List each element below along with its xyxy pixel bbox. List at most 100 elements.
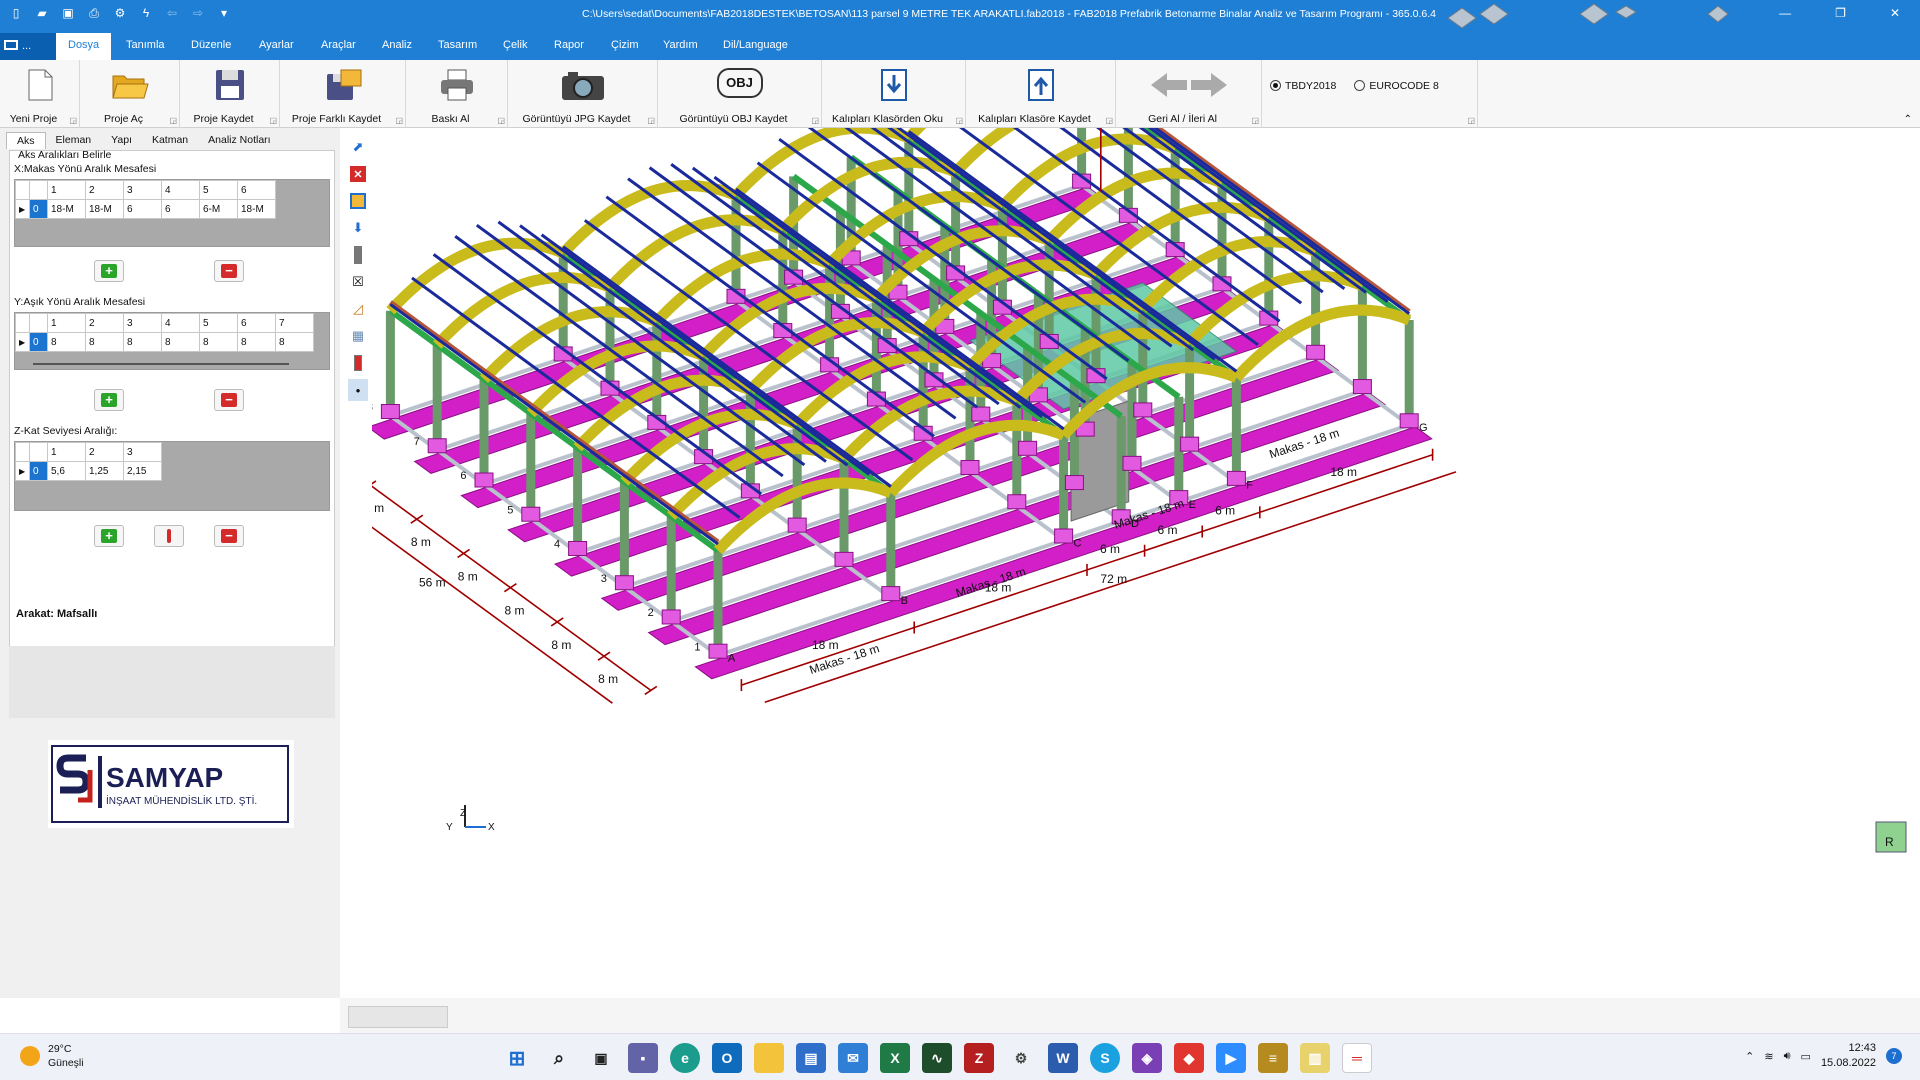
delete-red-x-icon[interactable]: ✕ [348,163,368,185]
anydesk-icon[interactable]: ◆ [1174,1043,1204,1073]
filezilla-icon[interactable]: Z [964,1043,994,1073]
eurocode8-radio[interactable]: EUROCODE 8 [1354,80,1439,92]
grid-cell[interactable]: 8 [85,332,124,352]
dot-icon[interactable]: • [348,379,368,401]
arrow-down-icon[interactable]: ⬇ [348,217,368,239]
battery-icon[interactable]: ▭ [1801,1050,1811,1063]
add-z-level-button[interactable]: + [94,525,124,547]
grid-cell[interactable]: 6 [161,199,200,219]
y-spacing-grid[interactable]: 1234567 ▶ 0 8888888 [14,312,330,370]
launcher-icon[interactable]: ◲ [811,116,819,125]
word-icon[interactable]: W [1048,1043,1078,1073]
launcher-icon[interactable]: ◲ [395,116,403,125]
3d-model-viewport[interactable]: 8 m8 m8 m8 m8 m8 m8 m56 m18 m18 m6 m6 m6… [284,2,1920,998]
grid-cell[interactable]: 8 [123,332,162,352]
activity-monitor-icon[interactable]: ∿ [922,1043,952,1073]
column-icon[interactable] [348,244,368,266]
print-button[interactable]: Baskı Al ◲ [406,60,508,128]
save-molds-button[interactable]: Kalıpları Klasöre Kaydet ◲ [966,60,1116,128]
grid-cell[interactable]: 8 [275,332,314,352]
remove-x-axis-button[interactable]: − [214,260,244,282]
skype-icon[interactable]: S [1090,1043,1120,1073]
launcher-icon[interactable]: ◲ [69,116,77,125]
open-project-button[interactable]: Proje Aç ◲ [80,60,180,128]
select-box-icon[interactable] [348,190,368,212]
menu-yardim[interactable]: Yardım [663,39,698,51]
launcher-icon[interactable]: ◲ [1105,116,1113,125]
table-row[interactable]: ▶ 0 18-M 18-M 6 6 6-M 18-M [15,199,276,219]
outlook-icon[interactable]: O [712,1043,742,1073]
clock[interactable]: 12:43 15.08.2022 [1821,1041,1876,1071]
undo-redo-button[interactable]: Geri Al / İleri Al ◲ [1116,60,1262,128]
lightning-icon[interactable]: ϟ [138,5,154,21]
launcher-icon[interactable]: ◲ [1467,116,1475,125]
wifi-icon[interactable]: ≋ [1764,1050,1773,1063]
grid-cell[interactable]: 18-M [47,199,86,219]
menu-tasarim[interactable]: Tasarım [438,39,477,51]
grid-cell[interactable]: 1,25 [85,461,124,481]
launcher-icon[interactable]: ◲ [955,116,963,125]
tab-katman[interactable]: Katman [142,132,198,149]
table-row[interactable]: ▶ 0 5,6 1,25 2,15 [15,461,162,481]
customize-dropdown-icon[interactable]: ▾ [216,5,232,21]
slope-icon[interactable]: ◿ [348,298,368,320]
menu-rapor[interactable]: Rapor [554,39,584,51]
menu-language[interactable]: Dil/Language [723,39,788,51]
mail-icon[interactable]: ✉ [838,1043,868,1073]
menu-cizim[interactable]: Çizim [611,39,639,51]
tab-eleman[interactable]: Eleman [46,132,102,149]
x-spacing-grid[interactable]: 123456 ▶ 0 18-M 18-M 6 6 6-M 18-M [14,179,330,247]
save-project-button[interactable]: Proje Kaydet ◲ [180,60,280,128]
grid-cell[interactable]: 18-M [237,199,276,219]
save-jpg-button[interactable]: Görüntüyü JPG Kaydet ◲ [508,60,658,128]
grid-cell[interactable]: 6 [123,199,162,219]
remove-y-axis-button[interactable]: − [214,389,244,411]
settings-gears-icon[interactable]: ⚙ [1006,1043,1036,1073]
grid-cell[interactable]: 2,15 [123,461,162,481]
grid-cell[interactable]: 5,6 [47,461,86,481]
close-icon[interactable]: ✕ [1890,6,1900,20]
print-icon[interactable]: ⎙ [86,5,102,21]
tbdy2018-radio[interactable]: TBDY2018 [1270,80,1336,92]
grid-cell[interactable]: 8 [47,332,86,352]
new-file-icon[interactable]: ▯ [8,5,24,21]
visual-studio-icon[interactable]: ◈ [1132,1043,1162,1073]
menu-araclar[interactable]: Araçlar [321,39,356,51]
new-project-button[interactable]: Yeni Proje ◲ [0,60,80,128]
grid-cell[interactable]: 18-M [85,199,124,219]
fab2018-app-icon[interactable]: ═ [1342,1043,1372,1073]
insert-z-level-button[interactable] [154,525,184,547]
launcher-icon[interactable]: ◲ [269,116,277,125]
grid-cell[interactable]: 8 [199,332,238,352]
menu-ayarlar[interactable]: Ayarlar [259,39,294,51]
launcher-icon[interactable]: ◲ [497,116,505,125]
speaker-icon[interactable]: 🔊︎ [1784,1050,1791,1063]
menu-analiz[interactable]: Analiz [382,39,412,51]
weather-widget[interactable]: 29°C Güneşli [20,1042,84,1070]
horizontal-scrollbar[interactable] [33,363,289,365]
menu-duzenle[interactable]: Düzenle [191,39,231,51]
zoom-icon[interactable]: ▶ [1216,1043,1246,1073]
grid-cell[interactable]: 6-M [199,199,238,219]
cross-box-icon[interactable]: ☒ [348,271,368,293]
launcher-icon[interactable]: ◲ [1251,116,1259,125]
z-level-grid[interactable]: 123 ▶ 0 5,6 1,25 2,15 [14,441,330,511]
tab-yapi[interactable]: Yapı [101,132,142,149]
file-explorer-icon[interactable] [754,1043,784,1073]
tab-analiz-notlari[interactable]: Analiz Notları [198,132,280,149]
redo-icon[interactable]: ⇨ [190,5,206,21]
windows-start-icon[interactable]: ⊞ [502,1043,532,1073]
add-x-axis-button[interactable]: + [94,260,124,282]
save-as-project-button[interactable]: Proje Farklı Kaydet ◲ [280,60,406,128]
tab-aks[interactable]: Aks [6,132,46,149]
menu-celik[interactable]: Çelik [503,39,527,51]
teams-chat-icon[interactable]: ▪ [628,1043,658,1073]
winrar-icon[interactable]: ≡ [1258,1043,1288,1073]
pointer-arrow-icon[interactable]: ⬈ [348,136,368,158]
menu-tanimla[interactable]: Tanımla [126,39,165,51]
edge-browser-icon[interactable]: e [670,1043,700,1073]
undo-icon[interactable]: ⇦ [164,5,180,21]
maximize-icon[interactable]: ❐ [1835,6,1846,20]
fab2018-tool-icon[interactable]: ▥ [1300,1043,1330,1073]
save-icon[interactable]: ▣ [60,5,76,21]
